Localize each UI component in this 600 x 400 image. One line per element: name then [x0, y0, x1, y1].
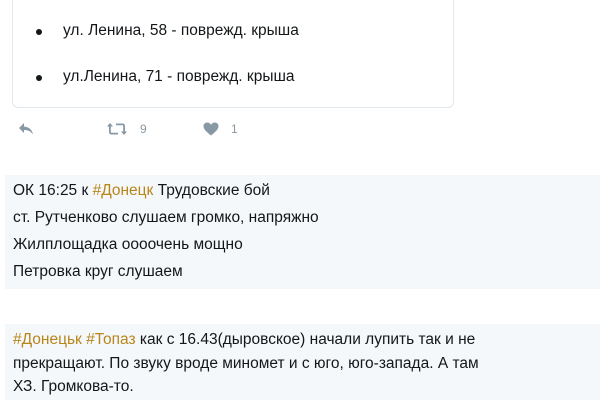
address-list-card: ул. Ленина, 58 - поврежд. крыша ул.Ленин… [12, 0, 454, 108]
post-line: ОК 16:25 к #Донецк Трудовские бой [13, 177, 600, 204]
post-line: Жилплощадка оооочень мощно [13, 236, 243, 253]
hashtag-link[interactable]: #Донецьк [13, 331, 82, 348]
bullet-icon [36, 75, 42, 81]
reply-icon [18, 122, 34, 136]
post-line: Петровка круг слушаем [13, 263, 183, 280]
list-item: ул. Ленина, 58 - поврежд. крыша [36, 22, 299, 40]
post-block: #Донецьк #Топаз как с 16.43(дыровское) н… [5, 324, 600, 400]
post-line: #Донецьк #Топаз как с 16.43(дыровское) н… [13, 328, 600, 352]
like-count: 1 [231, 122, 238, 136]
page: ул. Ленина, 58 - поврежд. крыша ул.Ленин… [0, 0, 600, 400]
post-line: ХЗ. Громкова-то. [13, 378, 134, 395]
post-line: ст. Рутченково слушаем громко, напряжно [13, 209, 319, 226]
list-item-text: ул. Ленина, 58 - поврежд. крыша [63, 22, 299, 39]
post-text: Трудовские бой [153, 182, 270, 199]
heart-icon [203, 122, 219, 136]
hashtag-link[interactable]: #Топаз [86, 331, 135, 348]
post-block: ОК 16:25 к #Донецк Трудовские бой ст. Ру… [5, 175, 600, 289]
retweet-icon [106, 122, 128, 136]
hashtag-link[interactable]: #Донецк [93, 182, 154, 199]
list-item-text: ул.Ленина, 71 - поврежд. крыша [63, 68, 295, 85]
like-button[interactable]: 1 [203, 122, 238, 136]
retweet-button[interactable]: 9 [106, 122, 147, 136]
post-text: ОК 16:25 к [13, 182, 93, 199]
retweet-count: 9 [140, 122, 147, 136]
post-line: прекращают. По звуку вроде миномет и с ю… [13, 354, 479, 372]
tweet-actions: 9 1 [18, 122, 478, 142]
bullet-icon [36, 29, 42, 35]
list-item: ул.Ленина, 71 - поврежд. крыша [36, 68, 295, 86]
reply-button[interactable] [18, 122, 34, 136]
post-text: как с 16.43(дыровское) начали лупить так… [135, 331, 476, 348]
